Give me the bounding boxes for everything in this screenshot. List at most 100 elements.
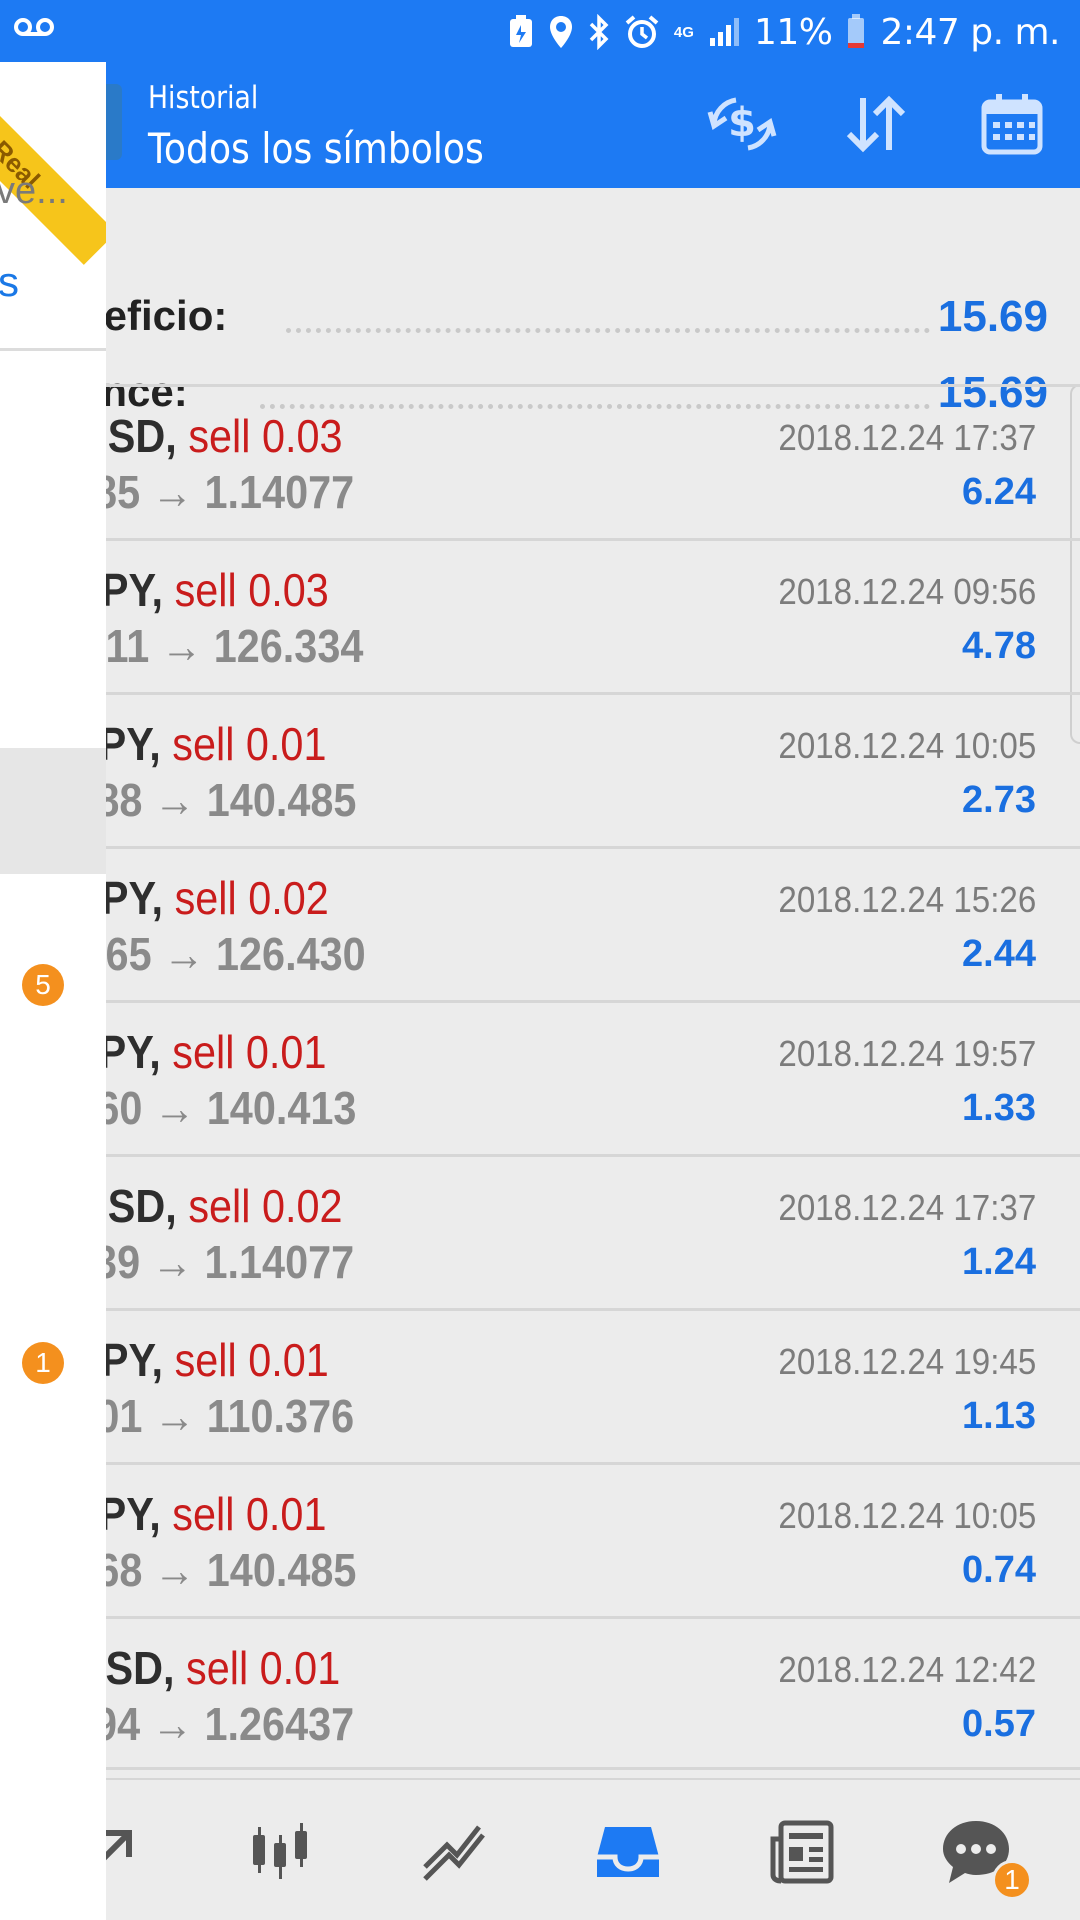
drawer-account-text: ve...: [0, 170, 68, 212]
trade-side: sell 0.01: [172, 718, 327, 770]
trade-profit: 0.57: [962, 1703, 1036, 1745]
trade-profit: 4.78: [962, 625, 1036, 667]
trade-row[interactable]: PUSD, sell 0.016494 → 1.26437 2018.12.24 …: [106, 1616, 1080, 1770]
nav-news-button[interactable]: [758, 1810, 846, 1898]
nav-chart-button[interactable]: [410, 1810, 498, 1898]
trade-symbol: RJPY, sell 0.03: [106, 563, 329, 617]
history-screen: Historial Todos los símbolos $ neficio: …: [106, 62, 1080, 1920]
dotted-leader: [286, 328, 930, 333]
trade-symbol-name: DJPY,: [106, 1334, 164, 1386]
battery-icon: [846, 14, 866, 50]
trade-symbol: PJPY, sell 0.01: [106, 1025, 326, 1079]
nav-quotes-button[interactable]: [236, 1810, 324, 1898]
trade-prices: 5.511 → 126.334: [106, 620, 364, 672]
trade-profit: 2.44: [962, 933, 1036, 975]
nav-history-button[interactable]: [584, 1810, 672, 1898]
candlestick-icon: [245, 1817, 315, 1892]
bottom-navigation: 1: [106, 1778, 1080, 1920]
chat-unread-badge: 1: [992, 1860, 1032, 1900]
navigation-drawer: Real ve... s 5 1: [0, 62, 106, 1920]
trade-row[interactable]: DJPY, sell 0.01).501 → 110.376 2018.12.24…: [106, 1308, 1080, 1462]
trade-profit: 2.73: [962, 779, 1036, 821]
svg-text:$: $: [728, 100, 756, 146]
trade-side: sell 0.03: [188, 410, 343, 462]
trade-icon: [106, 1817, 145, 1892]
trade-prices: ).501 → 110.376: [106, 1390, 355, 1442]
trade-row[interactable]: PJPY, sell 0.01).788 → 140.485 2018.12.24…: [106, 692, 1080, 846]
trade-symbol-name: PUSD,: [106, 1642, 175, 1694]
trade-symbol-name: PJPY,: [106, 1026, 161, 1078]
profit-value: 15.69: [937, 292, 1048, 341]
nav-trade-button[interactable]: [106, 1810, 154, 1898]
trade-symbol-name: RUSD,: [106, 410, 177, 462]
trade-time: 2018.12.24 10:05: [778, 1495, 1036, 1536]
trade-prices: 6494 → 1.26437: [106, 1698, 355, 1750]
trade-row[interactable]: RUSD, sell 0.024139 → 1.14077 2018.12.24 …: [106, 1154, 1080, 1308]
trade-time: 2018.12.24 12:42: [778, 1649, 1036, 1690]
toolbar-subtitle: Historial: [148, 80, 259, 116]
network-type-icon: 4G: [673, 23, 694, 41]
voicemail-icon: [14, 14, 54, 40]
trade-time: 2018.12.24 17:37: [778, 417, 1036, 458]
trade-side: sell 0.02: [174, 872, 329, 924]
profit-label: neficio:: [106, 292, 228, 339]
drawer-badge-notifications: 1: [22, 1342, 64, 1384]
trade-symbol-name: RJPY,: [106, 872, 164, 924]
trade-row[interactable]: PJPY, sell 0.01).560 → 140.413 2018.12.24…: [106, 1000, 1080, 1154]
currency-exchange-button[interactable]: $: [702, 90, 782, 162]
trade-prices: ).788 → 140.485: [106, 774, 357, 826]
trade-side: sell 0.01: [172, 1026, 327, 1078]
trade-prices: 4139 → 1.14077: [106, 1236, 355, 1288]
trade-symbol: RJPY, sell 0.02: [106, 871, 329, 925]
trade-symbol-name: PJPY,: [106, 718, 161, 770]
trade-row[interactable]: RJPY, sell 0.025.565 → 126.430 2018.12.24…: [106, 846, 1080, 1000]
trade-profit: 0.74: [962, 1549, 1036, 1591]
trade-prices: 5.565 → 126.430: [106, 928, 366, 980]
trade-time: 2018.12.24 19:45: [778, 1341, 1036, 1382]
trade-symbol-name: RUSD,: [106, 1180, 177, 1232]
trade-time: 2018.12.24 10:05: [778, 725, 1036, 766]
trade-prices: ).560 → 140.413: [106, 1082, 357, 1134]
inbox-history-icon: [593, 1817, 663, 1892]
trade-time: 2018.12.24 15:26: [778, 879, 1036, 920]
location-icon: [548, 14, 574, 50]
trade-symbol: PJPY, sell 0.01: [106, 1487, 326, 1541]
trade-time: 2018.12.24 17:37: [778, 1187, 1036, 1228]
drawer-divider: [0, 348, 106, 351]
trade-profit: 1.13: [962, 1395, 1036, 1437]
alarm-icon: [624, 14, 660, 50]
trade-row[interactable]: PJPY, sell 0.01).568 → 140.485 2018.12.24…: [106, 1462, 1080, 1616]
trade-row[interactable]: RJPY, sell 0.035.511 → 126.334 2018.12.24…: [106, 538, 1080, 692]
nav-chat-button[interactable]: 1: [932, 1810, 1032, 1900]
trade-symbol: PUSD, sell 0.01: [106, 1641, 340, 1695]
calendar-button[interactable]: [972, 90, 1052, 162]
trade-side: sell 0.01: [174, 1334, 329, 1386]
trade-symbol: PJPY, sell 0.01: [106, 717, 326, 771]
trade-prices: 4285 → 1.14077: [106, 466, 355, 518]
drawer-accounts-link[interactable]: s: [0, 258, 19, 306]
trade-list: RUSD, sell 0.034285 → 1.140772018.12.24 …: [106, 384, 1080, 1770]
battery-percent: 11%: [753, 11, 833, 53]
trade-symbol-name: PJPY,: [106, 1488, 161, 1540]
trade-profit: 1.33: [962, 1087, 1036, 1129]
trade-time: 2018.12.24 19:57: [778, 1033, 1036, 1074]
sort-button[interactable]: [836, 90, 916, 162]
trade-time: 2018.12.24 09:56: [778, 571, 1036, 612]
news-icon: [767, 1817, 837, 1892]
trade-side: sell 0.01: [186, 1642, 341, 1694]
trade-row[interactable]: RUSD, sell 0.034285 → 1.14077 2018.12.24 …: [106, 384, 1080, 538]
bluetooth-icon: [588, 14, 610, 50]
drawer-item-selected[interactable]: [0, 748, 106, 874]
drawer-badge-mail: 5: [22, 964, 64, 1006]
symbol-filter-title[interactable]: Todos los símbolos: [148, 124, 484, 173]
clock: 2:47 p. m.: [880, 11, 1060, 53]
trade-prices: ).568 → 140.485: [106, 1544, 357, 1596]
trade-symbol: RUSD, sell 0.03: [106, 409, 343, 463]
calendar-icon: [980, 92, 1044, 161]
trade-symbol: RUSD, sell 0.02: [106, 1179, 343, 1233]
trade-profit: 1.24: [962, 1241, 1036, 1283]
trade-side: sell 0.02: [188, 1180, 343, 1232]
trade-side: sell 0.03: [174, 564, 329, 616]
chart-icon: [419, 1817, 489, 1892]
sort-arrows-icon: [841, 94, 911, 159]
